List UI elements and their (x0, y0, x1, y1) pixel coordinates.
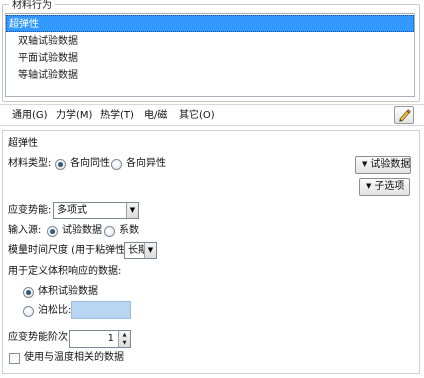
list-item-biaxial-test-data[interactable]: 双轴试验数据 (6, 33, 414, 50)
menu-general[interactable]: 通用(G) (12, 109, 48, 123)
radio-test-data-label: 试验数据 (62, 225, 102, 236)
radio-volumetric-test-data-label: 体积试验数据 (38, 286, 98, 297)
list-item-hyperelastic[interactable]: 超弹性 (6, 15, 414, 32)
strain-order-value: 1 (107, 333, 114, 344)
radio-isotropic[interactable] (55, 159, 66, 170)
input-source-label: 输入源: (8, 225, 42, 236)
radio-poisson-ratio[interactable] (23, 306, 34, 317)
menu-other[interactable]: 其它(O) (179, 109, 215, 123)
volumetric-label: 用于定义体积响应的数据: (8, 266, 122, 277)
category-menubar: 通用(G) 力学(M) 热学(T) 电/磁 其它(O) (0, 104, 424, 126)
suboptions-button-label: 子选项 (374, 181, 405, 192)
radio-test-data[interactable] (47, 226, 58, 237)
menu-mechanical[interactable]: 力学(M) (56, 109, 92, 123)
suboptions-button[interactable]: ▼ 子选项 (359, 178, 410, 196)
strain-energy-label: 应变势能: (8, 205, 52, 216)
radio-anisotropic[interactable] (111, 159, 122, 170)
test-data-button-label: 试验数据 (370, 159, 411, 170)
material-behaviors-title: 材料行为 (9, 1, 55, 11)
radio-anisotropic-label: 各向异性 (126, 158, 166, 169)
triangle-down-icon: ▼ (366, 182, 372, 190)
list-item-planar-test-data[interactable]: 平面试验数据 (6, 50, 414, 67)
strain-energy-value: 多项式 (57, 205, 87, 216)
pencil-icon (399, 109, 411, 122)
edit-button[interactable] (394, 106, 414, 124)
poisson-ratio-field[interactable] (71, 301, 131, 319)
temperature-dependent-checkbox[interactable] (9, 353, 20, 364)
list-item-uniaxial-test-data[interactable]: 等轴试验数据 (6, 67, 414, 84)
radio-coefficients-label: 系数 (119, 225, 139, 236)
material-behaviors-list[interactable]: 超弹性 双轴试验数据 平面试验数据 等轴试验数据 (5, 13, 415, 97)
arrow-up-icon[interactable]: ▲ (119, 331, 130, 339)
radio-poisson-ratio-label: 泊松比: (38, 305, 72, 316)
menu-thermal[interactable]: 热学(T) (100, 109, 134, 123)
hyperelastic-panel: 超弹性 材料类型: 各向同性 各向异性 ▼ 试验数据 ▼ 子选项 应变势能: 多项式… (2, 130, 420, 374)
material-behaviors-group: 材料行为 超弹性 双轴试验数据 平面试验数据 等轴试验数据 (2, 1, 420, 102)
time-scale-combo[interactable]: 长期 ▼ (124, 242, 157, 259)
material-type-label: 材料类型: (8, 158, 52, 169)
test-data-button[interactable]: ▼ 试验数据 (355, 156, 411, 174)
strain-order-spinner[interactable]: 1 ▲ ▼ (69, 330, 131, 348)
time-scale-label: 模量时间尺度 (用于粘弹性): (8, 245, 133, 256)
radio-isotropic-label: 各向同性 (70, 158, 110, 169)
chevron-down-icon: ▼ (126, 203, 138, 218)
radio-coefficients[interactable] (104, 226, 115, 237)
strain-energy-combo[interactable]: 多项式 ▼ (53, 202, 139, 219)
temperature-dependent-label: 使用与温度相关的数据 (24, 352, 124, 363)
strain-order-label: 应变势能阶次: (8, 332, 72, 343)
spinner-arrows[interactable]: ▲ ▼ (118, 331, 130, 347)
menu-electric-magnetic[interactable]: 电/磁 (144, 109, 167, 123)
radio-volumetric-test-data[interactable] (23, 287, 34, 298)
arrow-down-icon[interactable]: ▼ (119, 339, 130, 347)
triangle-down-icon: ▼ (362, 160, 368, 168)
hyperelastic-section-title: 超弹性 (8, 138, 38, 149)
chevron-down-icon: ▼ (144, 243, 156, 258)
